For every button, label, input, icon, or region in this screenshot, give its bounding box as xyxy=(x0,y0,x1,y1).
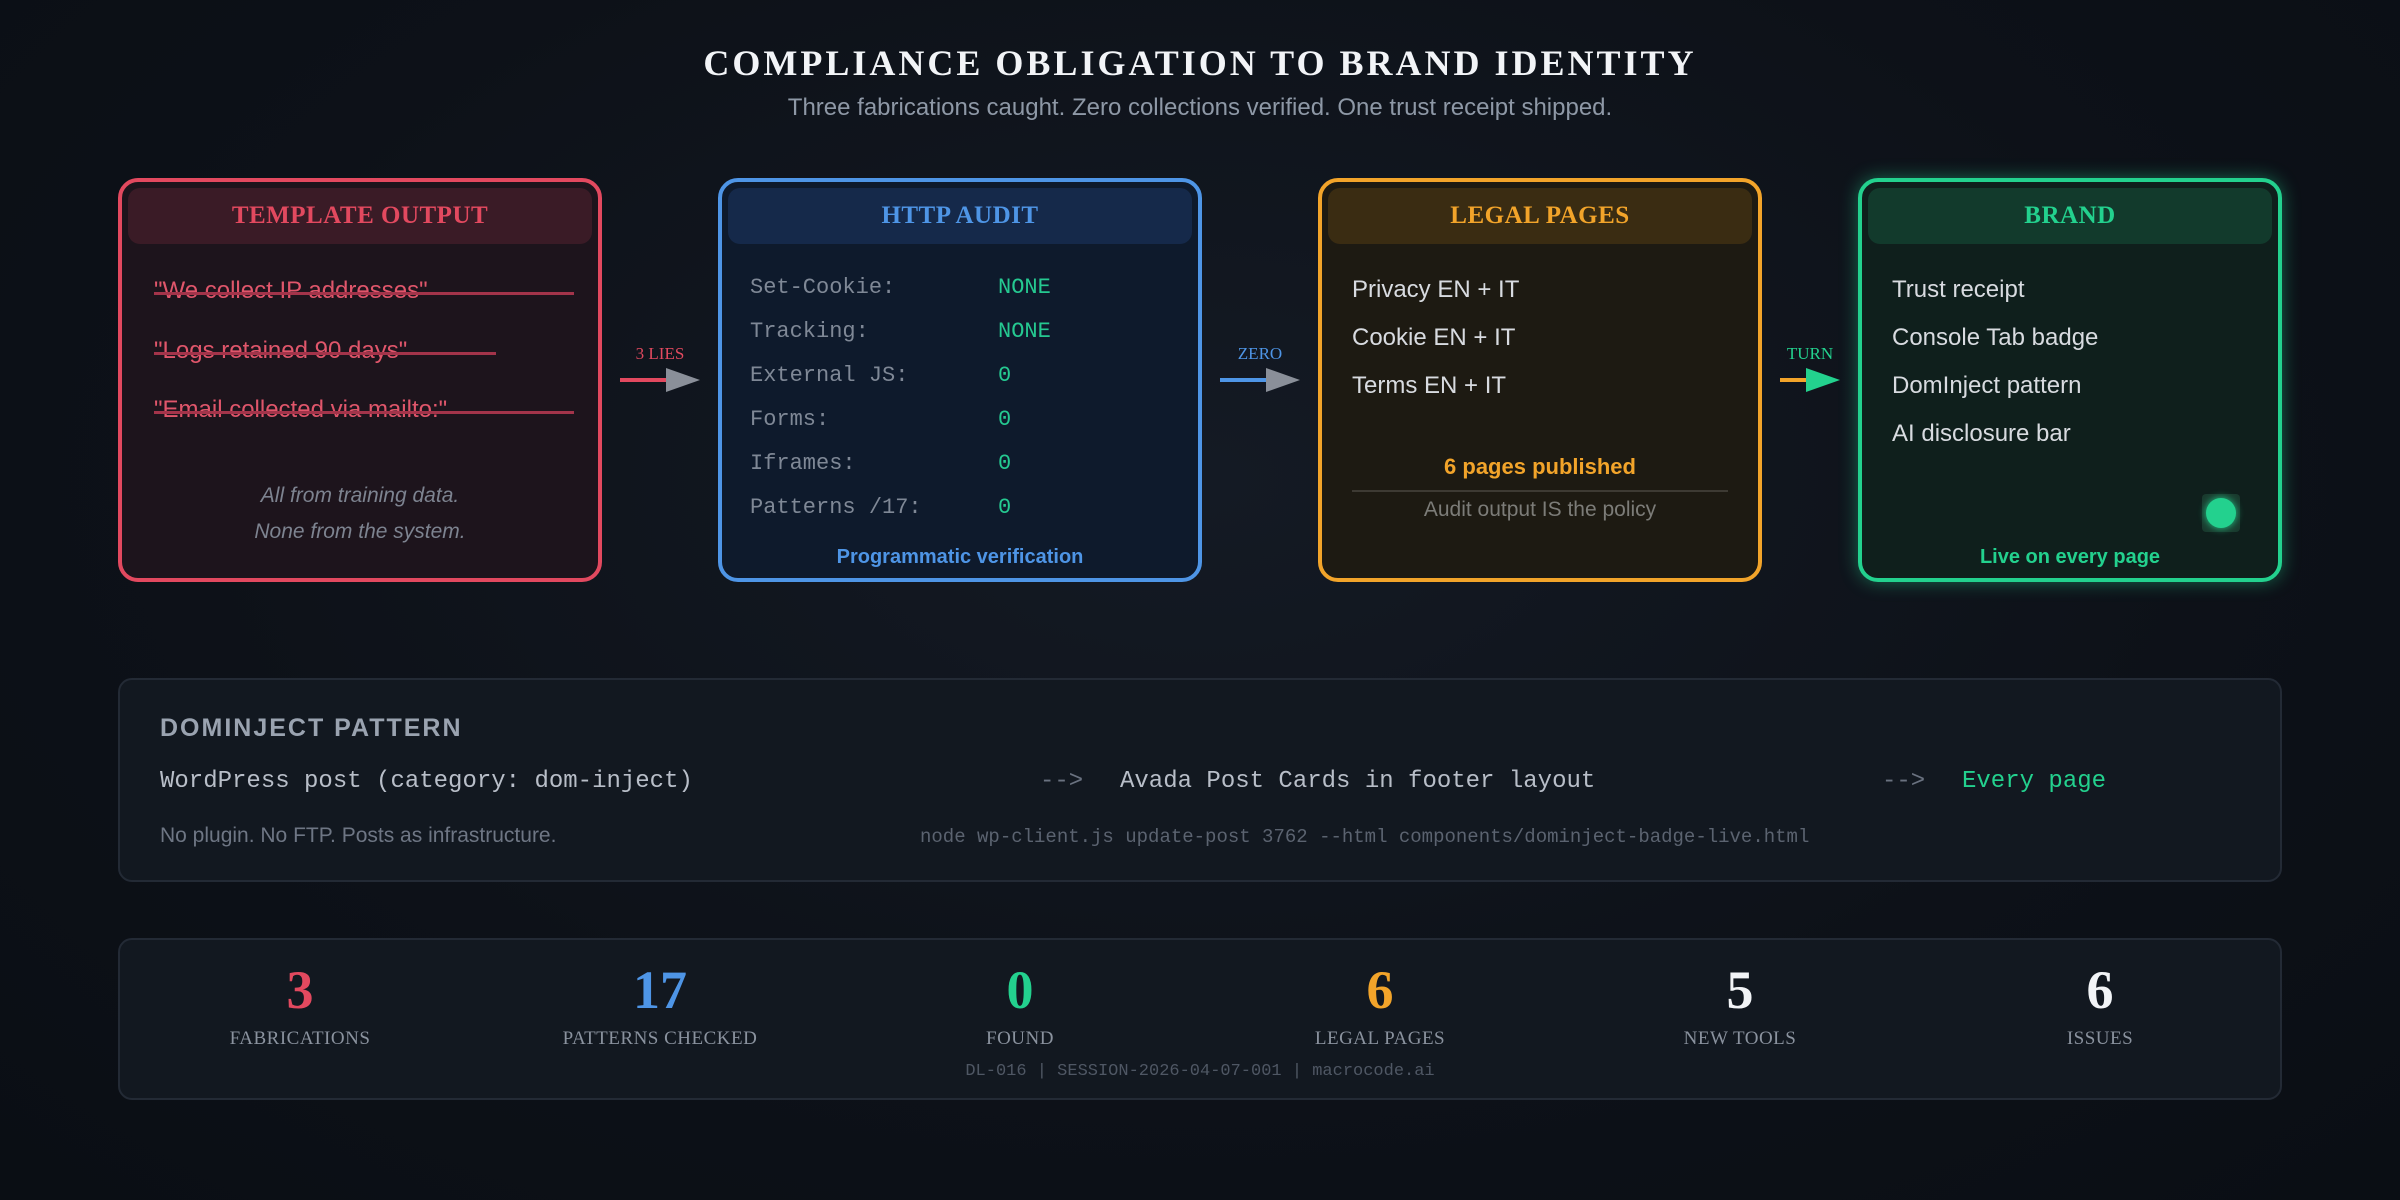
audit-value: 0 xyxy=(998,451,1012,476)
connector-label-turn: TURN xyxy=(1786,344,1834,363)
stat-new-tools: 5 NEW TOOLS xyxy=(1590,958,1890,1050)
brand-item: Trust receipt xyxy=(1892,276,2025,303)
stat-patterns-checked: 17 PATTERNS CHECKED xyxy=(510,958,810,1050)
template-note-line: All from training data. xyxy=(260,484,460,507)
legal-pages-highlight: 6 pages published xyxy=(1444,454,1636,479)
stat-value: 3 xyxy=(286,960,314,1020)
audit-label: Forms: xyxy=(750,407,830,432)
audit-value: NONE xyxy=(998,275,1051,300)
dominject-heading: DOMINJECT PATTERN xyxy=(160,714,463,742)
legal-page-item: Terms EN + IT xyxy=(1352,372,1507,399)
brand-item: Console Tab badge xyxy=(1892,324,2099,351)
connector-label-lies: 3 LIES xyxy=(635,344,685,363)
template-output-card-title: TEMPLATE OUTPUT xyxy=(128,188,592,244)
stat-label: PATTERNS CHECKED xyxy=(562,1028,758,1049)
brand-card-title: BRAND xyxy=(1868,188,2272,244)
flow-arrow: --> xyxy=(1040,768,1084,795)
dominject-command: node wp-client.js update-post 3762 --htm… xyxy=(920,826,1810,848)
session-footer: DL-016 | SESSION-2026-04-07-001 | macroc… xyxy=(965,1062,1435,1081)
stat-value: 0 xyxy=(1006,960,1034,1020)
brand-item: DomInject pattern xyxy=(1892,372,2082,399)
audit-value: 0 xyxy=(998,363,1012,388)
stat-fabrications: 3 FABRICATIONS xyxy=(150,958,450,1050)
audit-label: Patterns /17: xyxy=(750,495,922,520)
strikethrough-line xyxy=(154,292,574,295)
legal-pages-card-title: LEGAL PAGES xyxy=(1328,188,1752,244)
brand-item: AI disclosure bar xyxy=(1892,420,2071,447)
brand-card: BRAND Trust receipt Console Tab badge Do… xyxy=(1858,178,2282,582)
arrow-right-icon xyxy=(620,368,700,392)
stat-value: 6 xyxy=(1366,960,1394,1020)
stat-issues: 6 ISSUES xyxy=(1950,958,2250,1050)
strikethrough-line xyxy=(154,411,574,414)
audit-label: Tracking: xyxy=(750,319,869,344)
stat-value: 5 xyxy=(1726,960,1754,1020)
audit-label: External JS: xyxy=(750,363,909,388)
strikethrough-line xyxy=(154,352,496,355)
template-output-card: TEMPLATE OUTPUT "We collect IP addresses… xyxy=(118,178,602,582)
divider xyxy=(1352,490,1728,492)
legal-pages-note: Audit output IS the policy xyxy=(1423,498,1657,521)
audit-value: NONE xyxy=(998,319,1051,344)
stat-label: LEGAL PAGES xyxy=(1314,1028,1446,1049)
audit-value: 0 xyxy=(998,495,1012,520)
arrow-right-icon xyxy=(1780,368,1840,392)
stat-legal-pages: 6 LEGAL PAGES xyxy=(1230,958,1530,1050)
stat-label: ISSUES xyxy=(2066,1028,2134,1049)
stats-panel: 3 FABRICATIONS 17 PATTERNS CHECKED 0 FOU… xyxy=(118,938,2282,1100)
fabrication-item: "We collect IP addresses" xyxy=(154,277,428,304)
audit-value: 0 xyxy=(998,407,1012,432)
legal-page-item: Cookie EN + IT xyxy=(1352,324,1516,351)
http-audit-card: HTTP AUDIT Set-Cookie: NONE Tracking: NO… xyxy=(718,178,1202,582)
stat-found: 0 FOUND xyxy=(870,958,1170,1050)
dominject-note: No plugin. No FTP. Posts as infrastructu… xyxy=(160,824,557,847)
legal-page-item: Privacy EN + IT xyxy=(1352,276,1520,303)
connector-label-zero: ZERO xyxy=(1237,344,1283,363)
http-audit-card-title: HTTP AUDIT xyxy=(728,188,1192,244)
brand-footer: Live on every page xyxy=(1979,546,2161,568)
stat-value: 17 xyxy=(633,960,687,1020)
flow-step-target: Every page xyxy=(1962,768,2107,795)
flow-step-source: WordPress post (category: dom-inject) xyxy=(160,768,693,795)
arrow-right-icon xyxy=(1220,368,1300,392)
stat-label: FABRICATIONS xyxy=(229,1028,371,1049)
page-subtitle: Three fabrications caught. Zero collecti… xyxy=(787,94,1613,121)
stat-label: FOUND xyxy=(986,1028,1054,1049)
page-title: COMPLIANCE OBLIGATION TO BRAND IDENTITY xyxy=(703,43,1697,83)
template-note-line: None from the system. xyxy=(254,520,466,543)
fabrication-item: "Logs retained 90 days" xyxy=(154,337,408,364)
stat-label: NEW TOOLS xyxy=(1683,1028,1797,1049)
fabrication-item: "Email collected via mailto:" xyxy=(154,396,448,423)
legal-pages-card: LEGAL PAGES Privacy EN + IT Cookie EN + … xyxy=(1318,178,1762,582)
audit-label: Set-Cookie: xyxy=(750,275,896,300)
dominject-panel: DOMINJECT PATTERN WordPress post (catego… xyxy=(118,678,2282,882)
audit-label: Iframes: xyxy=(750,451,856,476)
http-audit-footer: Programmatic verification xyxy=(836,546,1084,568)
flow-step-layout: Avada Post Cards in footer layout xyxy=(1120,768,1596,795)
live-status-indicator xyxy=(2202,494,2240,532)
flow-arrow: --> xyxy=(1882,768,1926,795)
stat-value: 6 xyxy=(2086,960,2114,1020)
